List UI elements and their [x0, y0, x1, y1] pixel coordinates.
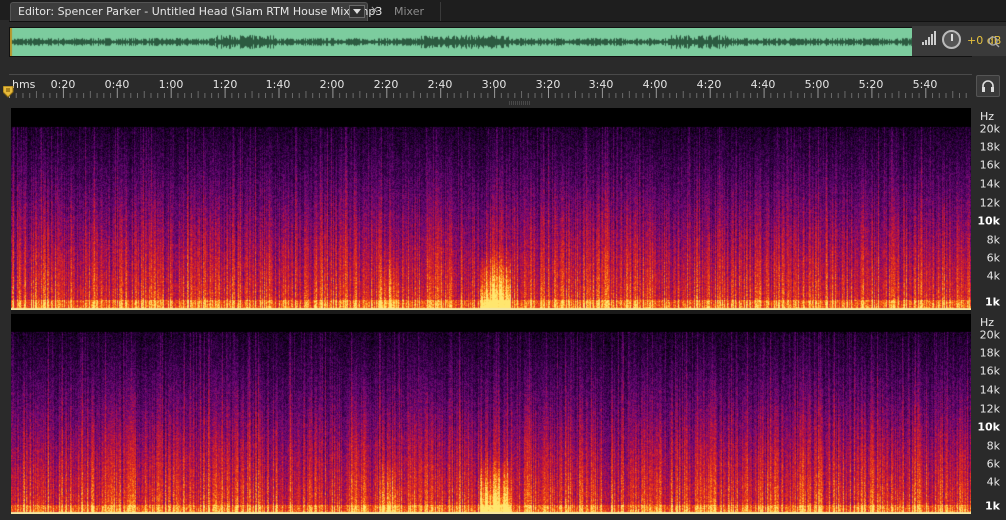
panel-splitter-grip[interactable]: [509, 101, 531, 105]
frequency-label: 14k: [979, 177, 1000, 191]
frequency-label: 8k: [986, 233, 1000, 247]
knob-icon[interactable]: [942, 30, 961, 49]
frequency-scale-right[interactable]: Hz 20k 18k 16k 14k 12k 10k 8k 6k 4k 1k: [972, 314, 1006, 514]
frequency-label: 18k: [979, 346, 1000, 360]
overview-waveform[interactable]: [9, 27, 972, 57]
tab-editor[interactable]: Editor: Spencer Parker - Untitled Head (…: [10, 2, 382, 21]
playhead-icon[interactable]: [3, 86, 14, 98]
frequency-label: 16k: [979, 158, 1000, 172]
ruler-label: 2:20: [373, 78, 399, 91]
tab-mixer-label: Mixer: [394, 5, 425, 18]
frequency-label: 6k: [986, 457, 1000, 471]
ruler-label: 1:20: [212, 78, 238, 91]
ruler-label: 4:00: [642, 78, 668, 91]
ruler-label: 5:00: [804, 78, 830, 91]
ruler-label: 1:40: [265, 78, 291, 91]
frequency-label: 12k: [979, 196, 1000, 210]
frequency-label: 4k: [986, 269, 1000, 283]
headphones-button[interactable]: [976, 75, 1000, 97]
ruler-label: 3:00: [481, 78, 507, 91]
headphones-icon: [982, 80, 994, 92]
frequency-label: 10k: [977, 214, 1000, 228]
pin-icon[interactable]: [988, 36, 1002, 50]
tab-editor-label: Editor: Spencer Parker - Untitled Head (…: [18, 5, 383, 18]
ruler-label: 5:20: [858, 78, 884, 91]
frequency-label: 16k: [979, 364, 1000, 378]
frequency-label: 6k: [986, 251, 1000, 265]
frequency-scale-left[interactable]: Hz 20k 18k 16k 14k 12k 10k 8k 6k 4k 1k: [972, 108, 1006, 310]
tab-menu-button[interactable]: [349, 5, 365, 18]
frequency-label: 18k: [979, 140, 1000, 154]
frequency-label: 14k: [979, 383, 1000, 397]
frequency-label: 10k: [977, 420, 1000, 434]
frequency-label: 1k: [985, 499, 1000, 513]
frequency-unit: Hz: [980, 110, 995, 123]
ruler-label: 2:40: [427, 78, 453, 91]
ruler-label: 0:40: [104, 78, 130, 91]
spectral-display-right-channel[interactable]: [11, 314, 971, 514]
ruler-label: 1:00: [158, 78, 184, 91]
frequency-label: 20k: [979, 328, 1000, 342]
ruler-label: 2:00: [319, 78, 345, 91]
ruler-label: 5:40: [912, 78, 938, 91]
panel-tab-bar: Editor: Spencer Parker - Untitled Head (…: [0, 0, 1006, 22]
overview-waveform-canvas: [10, 28, 971, 56]
spectral-display-left-channel[interactable]: [11, 108, 971, 310]
frequency-unit: Hz: [980, 316, 995, 329]
tab-close-icon[interactable]: ×: [370, 3, 379, 16]
tab-mixer[interactable]: Mixer: [382, 2, 441, 21]
time-ruler[interactable]: hms 0:20 0:40 1:00 1:20 1:40 2:00 2:20 2…: [9, 74, 972, 98]
ruler-label: 4:40: [750, 78, 776, 91]
frequency-label: 20k: [979, 122, 1000, 136]
ruler-unit-label: hms: [12, 78, 36, 91]
spectrogram-canvas: [11, 314, 971, 514]
spectrogram-canvas: [11, 108, 971, 310]
frequency-label: 1k: [985, 295, 1000, 309]
frequency-label: 4k: [986, 475, 1000, 489]
ruler-label: 4:20: [696, 78, 722, 91]
chevron-down-icon: [353, 9, 361, 14]
ruler-label: 3:20: [535, 78, 561, 91]
frequency-label: 12k: [979, 402, 1000, 416]
ruler-label: 0:20: [50, 78, 76, 91]
frequency-label: 8k: [986, 439, 1000, 453]
level-bars-icon: [922, 31, 936, 45]
ruler-label: 3:40: [588, 78, 614, 91]
